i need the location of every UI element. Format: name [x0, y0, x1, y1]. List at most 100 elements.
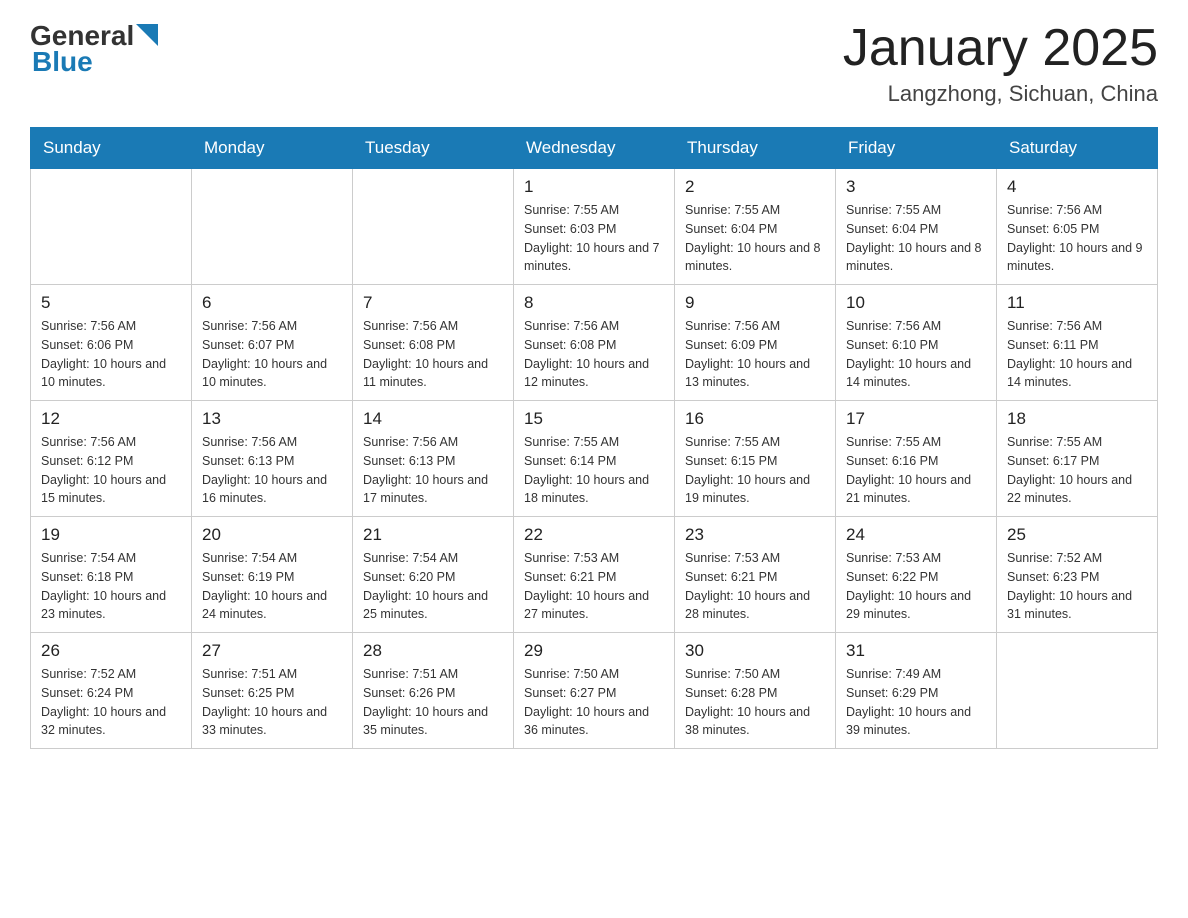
day-number: 17	[846, 409, 986, 429]
day-cell: 14 Sunrise: 7:56 AM Sunset: 6:13 PM Dayli…	[353, 401, 514, 517]
day-info: Sunrise: 7:56 AM Sunset: 6:11 PM Dayligh…	[1007, 317, 1147, 392]
day-info: Sunrise: 7:56 AM Sunset: 6:09 PM Dayligh…	[685, 317, 825, 392]
day-cell: 11 Sunrise: 7:56 AM Sunset: 6:11 PM Dayli…	[997, 285, 1158, 401]
day-cell	[997, 633, 1158, 749]
day-cell: 3 Sunrise: 7:55 AM Sunset: 6:04 PM Daylig…	[836, 169, 997, 285]
header-cell-friday: Friday	[836, 128, 997, 169]
day-number: 20	[202, 525, 342, 545]
day-number: 14	[363, 409, 503, 429]
header-cell-monday: Monday	[192, 128, 353, 169]
day-cell	[192, 169, 353, 285]
day-cell: 28 Sunrise: 7:51 AM Sunset: 6:26 PM Dayli…	[353, 633, 514, 749]
header-cell-saturday: Saturday	[997, 128, 1158, 169]
day-cell: 2 Sunrise: 7:55 AM Sunset: 6:04 PM Daylig…	[675, 169, 836, 285]
day-cell: 30 Sunrise: 7:50 AM Sunset: 6:28 PM Dayli…	[675, 633, 836, 749]
day-number: 30	[685, 641, 825, 661]
day-info: Sunrise: 7:56 AM Sunset: 6:13 PM Dayligh…	[202, 433, 342, 508]
day-cell: 5Sunrise: 7:56 AM Sunset: 6:06 PM Daylig…	[31, 285, 192, 401]
day-number: 6	[202, 293, 342, 313]
day-cell: 20 Sunrise: 7:54 AM Sunset: 6:19 PM Dayli…	[192, 517, 353, 633]
day-number: 16	[685, 409, 825, 429]
day-cell: 23Sunrise: 7:53 AM Sunset: 6:21 PM Dayli…	[675, 517, 836, 633]
day-number: 12	[41, 409, 181, 429]
week-row-2: 5Sunrise: 7:56 AM Sunset: 6:06 PM Daylig…	[31, 285, 1158, 401]
day-number: 24	[846, 525, 986, 545]
header-cell-tuesday: Tuesday	[353, 128, 514, 169]
day-cell: 1 Sunrise: 7:55 AM Sunset: 6:03 PM Daylig…	[514, 169, 675, 285]
day-info: Sunrise: 7:55 AM Sunset: 6:14 PM Dayligh…	[524, 433, 664, 508]
calendar-body: 1 Sunrise: 7:55 AM Sunset: 6:03 PM Daylig…	[31, 169, 1158, 749]
day-info: Sunrise: 7:55 AM Sunset: 6:16 PM Dayligh…	[846, 433, 986, 508]
day-number: 7	[363, 293, 503, 313]
day-number: 25	[1007, 525, 1147, 545]
header-cell-wednesday: Wednesday	[514, 128, 675, 169]
day-cell: 17 Sunrise: 7:55 AM Sunset: 6:16 PM Dayli…	[836, 401, 997, 517]
day-number: 10	[846, 293, 986, 313]
day-info: Sunrise: 7:50 AM Sunset: 6:28 PM Dayligh…	[685, 665, 825, 740]
day-cell: 22 Sunrise: 7:53 AM Sunset: 6:21 PM Dayli…	[514, 517, 675, 633]
day-info: Sunrise: 7:49 AM Sunset: 6:29 PM Dayligh…	[846, 665, 986, 740]
day-number: 1	[524, 177, 664, 197]
day-cell: 9 Sunrise: 7:56 AM Sunset: 6:09 PM Daylig…	[675, 285, 836, 401]
page-header: General Blue January 2025 Langzhong, Sic…	[30, 20, 1158, 107]
day-info: Sunrise: 7:56 AM Sunset: 6:05 PM Dayligh…	[1007, 201, 1147, 276]
day-info: Sunrise: 7:54 AM Sunset: 6:18 PM Dayligh…	[41, 549, 181, 624]
day-info: Sunrise: 7:51 AM Sunset: 6:25 PM Dayligh…	[202, 665, 342, 740]
day-cell: 27 Sunrise: 7:51 AM Sunset: 6:25 PM Dayli…	[192, 633, 353, 749]
day-info: Sunrise: 7:55 AM Sunset: 6:04 PM Dayligh…	[846, 201, 986, 276]
title-area: January 2025 Langzhong, Sichuan, China	[843, 20, 1158, 107]
day-number: 4	[1007, 177, 1147, 197]
day-number: 2	[685, 177, 825, 197]
day-number: 11	[1007, 293, 1147, 313]
day-cell: 18 Sunrise: 7:55 AM Sunset: 6:17 PM Dayli…	[997, 401, 1158, 517]
week-row-4: 19 Sunrise: 7:54 AM Sunset: 6:18 PM Dayli…	[31, 517, 1158, 633]
day-cell: 19 Sunrise: 7:54 AM Sunset: 6:18 PM Dayli…	[31, 517, 192, 633]
day-cell: 6 Sunrise: 7:56 AM Sunset: 6:07 PM Daylig…	[192, 285, 353, 401]
day-cell: 13 Sunrise: 7:56 AM Sunset: 6:13 PM Dayli…	[192, 401, 353, 517]
week-row-3: 12Sunrise: 7:56 AM Sunset: 6:12 PM Dayli…	[31, 401, 1158, 517]
day-info: Sunrise: 7:52 AM Sunset: 6:23 PM Dayligh…	[1007, 549, 1147, 624]
week-row-5: 26 Sunrise: 7:52 AM Sunset: 6:24 PM Dayli…	[31, 633, 1158, 749]
day-number: 26	[41, 641, 181, 661]
day-cell: 7Sunrise: 7:56 AM Sunset: 6:08 PM Daylig…	[353, 285, 514, 401]
logo-triangle-icon	[136, 24, 158, 46]
day-info: Sunrise: 7:54 AM Sunset: 6:19 PM Dayligh…	[202, 549, 342, 624]
day-info: Sunrise: 7:55 AM Sunset: 6:04 PM Dayligh…	[685, 201, 825, 276]
day-cell: 10Sunrise: 7:56 AM Sunset: 6:10 PM Dayli…	[836, 285, 997, 401]
day-number: 21	[363, 525, 503, 545]
day-number: 19	[41, 525, 181, 545]
day-info: Sunrise: 7:52 AM Sunset: 6:24 PM Dayligh…	[41, 665, 181, 740]
day-info: Sunrise: 7:56 AM Sunset: 6:07 PM Dayligh…	[202, 317, 342, 392]
header-cell-thursday: Thursday	[675, 128, 836, 169]
day-cell: 25 Sunrise: 7:52 AM Sunset: 6:23 PM Dayli…	[997, 517, 1158, 633]
day-info: Sunrise: 7:51 AM Sunset: 6:26 PM Dayligh…	[363, 665, 503, 740]
week-row-1: 1 Sunrise: 7:55 AM Sunset: 6:03 PM Daylig…	[31, 169, 1158, 285]
day-cell: 15Sunrise: 7:55 AM Sunset: 6:14 PM Dayli…	[514, 401, 675, 517]
day-cell: 16Sunrise: 7:55 AM Sunset: 6:15 PM Dayli…	[675, 401, 836, 517]
day-cell: 26 Sunrise: 7:52 AM Sunset: 6:24 PM Dayli…	[31, 633, 192, 749]
day-number: 13	[202, 409, 342, 429]
day-number: 31	[846, 641, 986, 661]
day-info: Sunrise: 7:55 AM Sunset: 6:17 PM Dayligh…	[1007, 433, 1147, 508]
day-cell: 12Sunrise: 7:56 AM Sunset: 6:12 PM Dayli…	[31, 401, 192, 517]
header-cell-sunday: Sunday	[31, 128, 192, 169]
day-number: 23	[685, 525, 825, 545]
header-row: SundayMondayTuesdayWednesdayThursdayFrid…	[31, 128, 1158, 169]
day-cell	[31, 169, 192, 285]
day-info: Sunrise: 7:55 AM Sunset: 6:03 PM Dayligh…	[524, 201, 664, 276]
calendar-header: SundayMondayTuesdayWednesdayThursdayFrid…	[31, 128, 1158, 169]
day-info: Sunrise: 7:56 AM Sunset: 6:13 PM Dayligh…	[363, 433, 503, 508]
location: Langzhong, Sichuan, China	[843, 81, 1158, 107]
day-number: 3	[846, 177, 986, 197]
day-number: 8	[524, 293, 664, 313]
day-number: 22	[524, 525, 664, 545]
day-number: 18	[1007, 409, 1147, 429]
calendar-table: SundayMondayTuesdayWednesdayThursdayFrid…	[30, 127, 1158, 749]
day-number: 5	[41, 293, 181, 313]
day-number: 28	[363, 641, 503, 661]
day-number: 27	[202, 641, 342, 661]
day-number: 9	[685, 293, 825, 313]
day-info: Sunrise: 7:53 AM Sunset: 6:21 PM Dayligh…	[524, 549, 664, 624]
logo-blue: Blue	[32, 46, 93, 78]
month-title: January 2025	[843, 20, 1158, 77]
